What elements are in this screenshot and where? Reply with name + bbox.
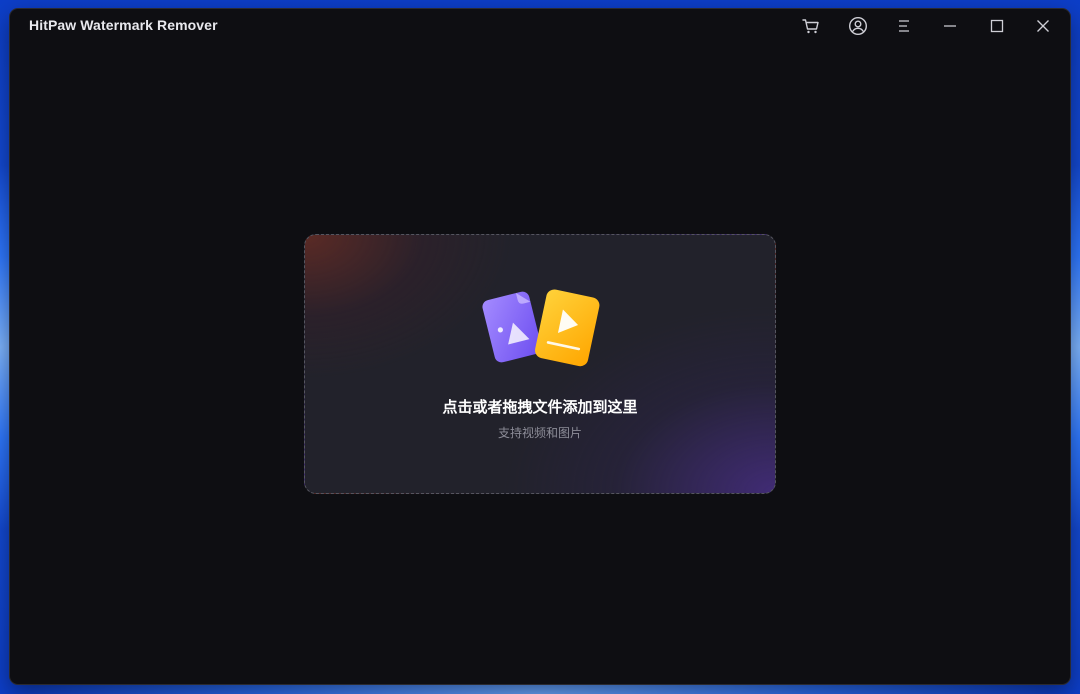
account-button[interactable] [845, 13, 871, 39]
minimize-button[interactable] [937, 13, 963, 39]
video-file-icon [535, 289, 600, 367]
menu-button[interactable] [891, 13, 917, 39]
maximize-icon [990, 19, 1004, 33]
title-bar[interactable]: HitPaw Watermark Remover [10, 9, 1070, 43]
image-file-icon [482, 291, 542, 363]
close-button[interactable] [1030, 13, 1056, 39]
menu-icon [899, 20, 909, 32]
close-icon [1037, 20, 1049, 32]
cart-icon [802, 19, 819, 34]
maximize-button[interactable] [984, 13, 1010, 39]
drop-zone-subtitle: 支持视频和图片 [497, 426, 582, 440]
app-title: HitPaw Watermark Remover [29, 17, 218, 33]
app-window: HitPaw Watermark Remover 点击或者拖拽文件添加到这里 支… [10, 9, 1070, 684]
drop-zone-title: 点击或者拖拽文件添加到这里 [442, 398, 638, 416]
user-circle-icon [848, 16, 868, 36]
file-icons [482, 289, 600, 367]
file-drop-zone[interactable]: 点击或者拖拽文件添加到这里 支持视频和图片 [304, 234, 776, 494]
minimize-icon [944, 25, 956, 27]
cart-button[interactable] [798, 13, 824, 39]
